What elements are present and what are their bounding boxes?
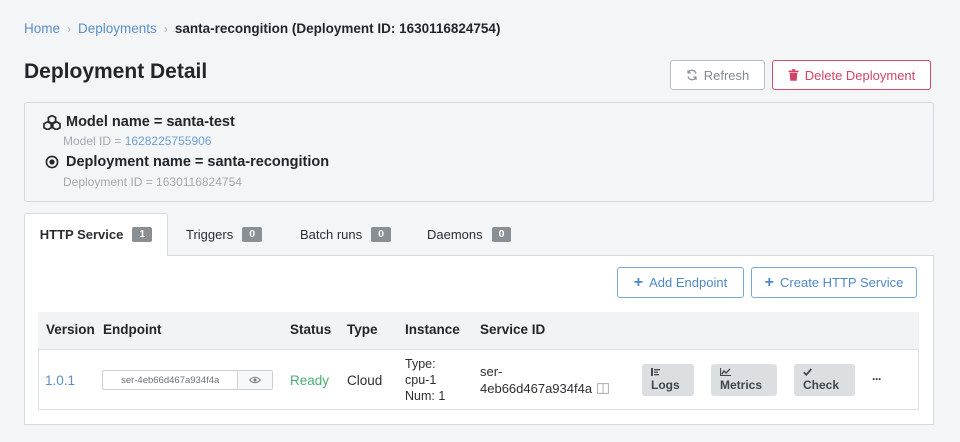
cubes-icon bbox=[43, 114, 61, 130]
delete-deployment-label: Delete Deployment bbox=[804, 67, 916, 83]
table-header bbox=[38, 312, 919, 349]
create-http-service-label: Create HTTP Service bbox=[780, 275, 904, 290]
column-header-service-id: Service ID bbox=[480, 322, 546, 337]
list-icon bbox=[651, 368, 660, 378]
deployment-id: Deployment ID = 1630116824754 bbox=[63, 175, 242, 189]
tab-triggers[interactable]: Triggers 0 bbox=[186, 213, 263, 256]
instance-num: Num: 1 bbox=[405, 389, 446, 403]
instance-info: Type: cpu-1 Num: 1 bbox=[405, 356, 445, 404]
breadcrumb-deployments-link[interactable]: Deployments bbox=[78, 21, 157, 36]
model-name: Model name = santa-test bbox=[66, 114, 235, 130]
refresh-icon bbox=[687, 69, 697, 81]
logs-button[interactable]: Logs bbox=[642, 364, 694, 396]
deployment-name-row: Deployment name = santa-recongition bbox=[43, 154, 329, 170]
tab-label: Daemons bbox=[427, 227, 483, 242]
breadcrumb-home-link[interactable]: Home bbox=[24, 21, 60, 36]
chevron-right-icon: › bbox=[163, 21, 168, 36]
checkmark-icon bbox=[803, 368, 812, 378]
tab-count-badge: 1 bbox=[132, 227, 153, 242]
plus-icon: + bbox=[764, 273, 775, 291]
service-id-value: 4eb66d467a934f4a bbox=[480, 381, 593, 396]
tab-batch-runs[interactable]: Batch runs 0 bbox=[300, 213, 391, 256]
metrics-label: Metrics bbox=[720, 378, 763, 392]
version-link[interactable]: 1.0.1 bbox=[45, 373, 75, 388]
refresh-label: Refresh bbox=[703, 67, 750, 83]
create-http-service-button[interactable]: + Create HTTP Service bbox=[751, 267, 917, 298]
delete-deployment-button[interactable]: Delete Deployment bbox=[772, 60, 931, 90]
model-id-link[interactable]: 1628225755906 bbox=[125, 134, 212, 148]
trash-icon bbox=[788, 69, 799, 81]
tab-label: Triggers bbox=[186, 227, 234, 242]
column-header-type: Type bbox=[347, 322, 378, 337]
add-endpoint-label: Add Endpoint bbox=[649, 275, 728, 290]
eye-icon[interactable] bbox=[238, 371, 272, 389]
type-value: Cloud bbox=[347, 373, 383, 388]
tab-label: Batch runs bbox=[300, 227, 363, 242]
breadcrumb-current: santa-recongition (Deployment ID: 163011… bbox=[174, 21, 501, 36]
chart-icon bbox=[719, 368, 731, 378]
refresh-button[interactable]: Refresh bbox=[670, 60, 765, 90]
status-badge: Ready bbox=[290, 373, 330, 388]
service-id: ser- 4eb66d467a934f4a bbox=[480, 363, 609, 397]
add-endpoint-button[interactable]: + Add Endpoint bbox=[617, 267, 744, 298]
breadcrumb: Home › Deployments › santa-recongition (… bbox=[24, 21, 500, 36]
column-header-status: Status bbox=[290, 322, 332, 337]
endpoint-value[interactable]: ser-4eb66d467a934f4a bbox=[103, 371, 239, 389]
page-title: Deployment Detail bbox=[24, 60, 208, 83]
target-icon bbox=[45, 155, 59, 169]
tab-http-service[interactable]: HTTP Service 1 bbox=[24, 213, 168, 256]
ellipsis-icon[interactable]: ··· bbox=[872, 372, 882, 386]
column-header-instance: Instance bbox=[405, 322, 460, 337]
service-id-prefix: ser- bbox=[480, 364, 503, 379]
check-label: Check bbox=[803, 378, 840, 392]
tab-daemons[interactable]: Daemons 0 bbox=[427, 213, 512, 256]
column-header-endpoint: Endpoint bbox=[103, 322, 162, 337]
tab-count-badge: 0 bbox=[242, 227, 263, 242]
instance-cpu: cpu-1 bbox=[405, 373, 437, 387]
metrics-button[interactable]: Metrics bbox=[711, 364, 777, 396]
chevron-right-icon: › bbox=[67, 21, 72, 36]
model-id-label: Model ID = bbox=[63, 134, 125, 148]
endpoint-field: ser-4eb66d467a934f4a bbox=[102, 370, 273, 390]
model-name-row: Model name = santa-test bbox=[43, 114, 235, 130]
copy-icon[interactable] bbox=[597, 383, 609, 394]
plus-icon: + bbox=[633, 273, 644, 291]
deployment-name: Deployment name = santa-recongition bbox=[66, 154, 330, 170]
tab-count-badge: 0 bbox=[491, 227, 512, 242]
tab-count-badge: 0 bbox=[371, 227, 391, 242]
check-button[interactable]: Check bbox=[794, 364, 855, 396]
logs-label: Logs bbox=[651, 378, 680, 392]
column-header-version: Version bbox=[46, 322, 95, 337]
model-info-box: Model name = santa-test Model ID = 16282… bbox=[24, 102, 934, 202]
tab-label: HTTP Service bbox=[39, 227, 124, 242]
model-id: Model ID = 1628225755906 bbox=[63, 134, 211, 148]
instance-type-label: Type: bbox=[405, 357, 436, 371]
